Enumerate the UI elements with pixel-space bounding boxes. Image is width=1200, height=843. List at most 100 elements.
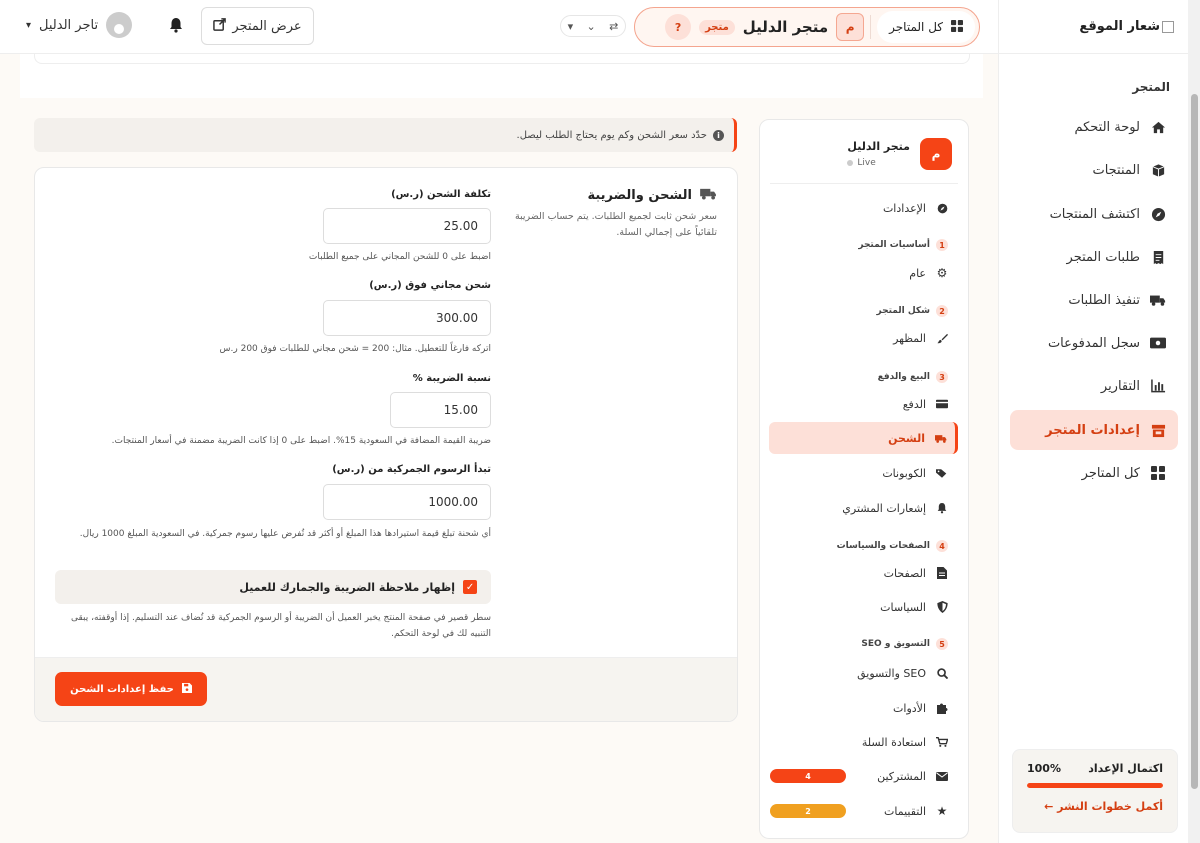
- settings-item-appearance[interactable]: المظهر: [770, 322, 956, 354]
- save-shipping-button[interactable]: حفظ إعدادات الشحن: [55, 672, 207, 706]
- sidebar-item-products[interactable]: المنتجات: [1010, 151, 1178, 189]
- settings-item-notifications[interactable]: إشعارات المشتري: [770, 492, 956, 524]
- settings-item-seo[interactable]: SEO والتسويق: [770, 657, 956, 689]
- section-header: الشحن والضريبة: [587, 187, 717, 204]
- settings-item-settings[interactable]: الإعدادات: [770, 192, 956, 224]
- page-scrollbar[interactable]: [1188, 0, 1200, 843]
- help-button[interactable]: ?: [665, 14, 692, 40]
- scrollbar-thumb[interactable]: [1191, 94, 1198, 789]
- settings-item-payment[interactable]: الدفع: [770, 388, 956, 420]
- external-link-icon: [213, 17, 227, 35]
- sidebar-item-label: لوحة التحكم: [1074, 119, 1140, 135]
- group-label: شكل المتجر: [876, 306, 930, 316]
- sidebar-item-label: كل المتاجر: [1081, 465, 1140, 481]
- settings-item-label: الكوبونات: [882, 466, 926, 480]
- user-name: تاجر الدليل: [39, 17, 99, 33]
- settings-item-coupons[interactable]: الكوبونات: [770, 457, 956, 489]
- settings-item-tools[interactable]: الأدوات: [770, 692, 956, 724]
- settings-item-label: عام: [909, 266, 926, 280]
- settings-item-label: الإعدادات: [882, 201, 926, 215]
- tax-rate-input[interactable]: [390, 392, 491, 428]
- settings-item-label: الشحن: [888, 431, 925, 445]
- settings-item-label: SEO والتسويق: [857, 666, 926, 680]
- avatar: [106, 12, 133, 38]
- settings-nav: م متجر الدليل Live الإعدادات 1 أساسيات ال…: [759, 119, 969, 839]
- store-avatar: م: [836, 13, 865, 41]
- site-logo[interactable]: شعار الموقع: [998, 0, 1188, 54]
- setup-progress-card: اكتمال الإعداد 100% أكمل خطوات النشر ←: [1012, 749, 1178, 833]
- sidebar-item-reports[interactable]: التقارير: [1010, 367, 1178, 405]
- sidebar-item-payments-log[interactable]: سجل المدفوعات: [1010, 324, 1178, 362]
- section-title: الشحن والضريبة: [587, 188, 692, 203]
- group-number: 1: [936, 239, 948, 251]
- settings-item-policies[interactable]: السياسات: [770, 591, 956, 623]
- chart-icon: [1150, 378, 1166, 394]
- sidebar-item-store-settings[interactable]: إعدادات المتجر: [1010, 410, 1178, 450]
- document-icon: [936, 567, 948, 579]
- free-shipping-label: شحن مجاني فوق (ر.س): [369, 280, 491, 291]
- home-icon: [1150, 119, 1166, 135]
- settings-group-1: 1 أساسيات المتجر: [858, 239, 948, 251]
- status-dot: [847, 160, 854, 166]
- cart-icon: [936, 736, 948, 748]
- complete-publish-link[interactable]: أكمل خطوات النشر ←: [1027, 800, 1163, 813]
- truck-icon: [1150, 292, 1166, 308]
- shipping-cost-input[interactable]: [323, 208, 491, 244]
- status-text: Live: [857, 158, 876, 168]
- settings-item-cart-recovery[interactable]: استعادة السلة: [770, 726, 956, 758]
- save-button-label: حفظ إعدادات الشحن: [70, 683, 174, 695]
- settings-group-3: 3 البيع والدفع: [878, 371, 948, 383]
- envelope-icon: [936, 770, 948, 782]
- settings-group-4: 4 الصفحات والسياسات: [837, 540, 948, 552]
- group-number: 5: [936, 638, 948, 650]
- sidebar-item-orders[interactable]: طلبات المتجر: [1010, 238, 1178, 276]
- view-store-button[interactable]: عرض المتجر: [201, 7, 314, 45]
- shipping-tax-card: الشحن والضريبة سعر شحن ثابت لجميع الطلبا…: [34, 167, 738, 722]
- sidebar-item-fulfillment[interactable]: تنفيذ الطلبات: [1010, 281, 1178, 319]
- settings-item-label: استعادة السلة: [861, 735, 926, 749]
- language-switcher[interactable]: ⇄ ⌄ ▾: [560, 15, 626, 37]
- group-label: البيع والدفع: [877, 372, 930, 382]
- divider: [770, 183, 958, 184]
- sidebar-item-label: اكتشف المنتجات: [1049, 206, 1140, 222]
- settings-store-name: متجر الدليل: [847, 140, 910, 153]
- info-text: حدّد سعر الشحن وكم يوم يحتاج الطلب ليصل.: [516, 129, 707, 141]
- sidebar-item-discover[interactable]: اكتشف المنتجات: [1010, 195, 1178, 233]
- all-stores-label: كل المتاجر: [889, 20, 943, 34]
- settings-item-label: المظهر: [893, 331, 926, 345]
- main-sidebar: شعار الموقع المتجر لوحة التحكم المنتجات …: [998, 0, 1188, 843]
- store-switcher-pill: كل المتاجر م متجر الدليل متجر ?: [634, 7, 980, 47]
- user-menu[interactable]: تاجر الدليل ▾: [26, 12, 133, 38]
- sidebar-item-dashboard[interactable]: لوحة التحكم: [1010, 108, 1178, 146]
- settings-item-label: الأدوات: [893, 701, 926, 715]
- form-footer: حفظ إعدادات الشحن: [35, 657, 737, 721]
- progress-fill: [1027, 783, 1163, 788]
- group-label: الصفحات والسياسات: [836, 541, 930, 551]
- all-stores-button[interactable]: كل المتاجر: [877, 11, 975, 43]
- settings-item-shipping[interactable]: الشحن: [769, 422, 958, 454]
- notifications-bell-icon[interactable]: [165, 17, 183, 35]
- settings-item-general[interactable]: ⚙ عام: [770, 257, 956, 289]
- divider: [870, 15, 872, 39]
- settings-item-pages[interactable]: الصفحات: [770, 557, 956, 589]
- grid-icon: [951, 19, 963, 35]
- sidebar-item-label: المنتجات: [1092, 162, 1140, 178]
- shipping-cost-label: تكلفة الشحن (ر.س): [391, 189, 491, 200]
- tax-note-toggle-row[interactable]: ✓ إظهار ملاحظة الضريبة والجمارك للعميل: [55, 570, 491, 604]
- settings-item-label: إشعارات المشتري: [842, 501, 926, 515]
- free-shipping-help: اتركه فارغاً للتعطيل. مثال: 200 = شحن مج…: [219, 344, 491, 354]
- tax-note-checkbox[interactable]: ✓: [463, 580, 477, 594]
- customs-threshold-help: أي شحنة تبلغ قيمة استيرادها هذا المبلغ أ…: [79, 529, 491, 539]
- free-shipping-threshold-input[interactable]: [323, 300, 491, 336]
- progress-value: 100%: [1027, 762, 1061, 775]
- top-bar: كل المتاجر م متجر الدليل متجر ? ⇄ ⌄ ▾ عر…: [0, 0, 998, 54]
- sidebar-item-label: التقارير: [1100, 378, 1140, 394]
- current-store-name[interactable]: متجر الدليل: [743, 18, 828, 36]
- customs-threshold-input[interactable]: [323, 484, 491, 520]
- chevron-down-icon: ⌄: [586, 19, 596, 33]
- truck-icon: [935, 432, 947, 444]
- settings-group-5: 5 التسويق و SEO: [861, 638, 948, 650]
- sidebar-item-all-stores[interactable]: كل المتاجر: [1010, 454, 1178, 492]
- receipt-icon: [1150, 249, 1166, 265]
- section-description: سعر شحن ثابت لجميع الطلبات. يتم حساب الض…: [514, 211, 717, 238]
